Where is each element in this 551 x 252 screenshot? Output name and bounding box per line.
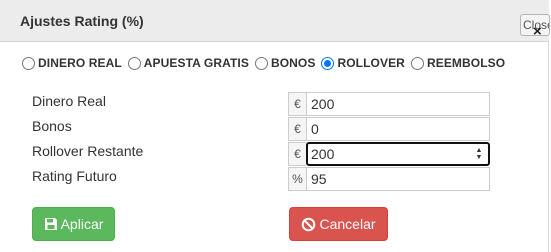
dialog-titlebar: Ajustes Rating (%) — [0, 0, 549, 42]
bonos-input[interactable]: 0 — [306, 117, 490, 141]
radio-label-reembolso: REEMBOLSO — [426, 56, 506, 70]
apply-button-label: Aplicar — [60, 216, 104, 232]
radio-label-rollover: ROLLOVER — [337, 56, 405, 70]
bet-type-radio-group: DINERO REAL APUESTA GRATIS BONOS ROLLOVE… — [22, 55, 511, 71]
radio-bonos[interactable] — [254, 56, 268, 70]
radio-option-bonos[interactable]: BONOS — [254, 56, 316, 70]
bonos-label: Bonos — [32, 118, 72, 134]
rollover-restante-label: Rollover Restante — [32, 143, 144, 159]
apply-button[interactable]: Aplicar — [32, 207, 115, 241]
radio-reembolso[interactable] — [410, 56, 424, 70]
radio-option-dinero-real[interactable]: DINERO REAL — [22, 56, 122, 70]
radio-rollover[interactable] — [321, 56, 335, 70]
radio-dinero-real[interactable] — [22, 56, 35, 70]
rating-futuro-input[interactable]: 95 — [306, 167, 490, 191]
dialog-title: Ajustes Rating (%) — [20, 13, 144, 29]
save-icon — [44, 218, 57, 230]
cancel-button[interactable]: Cancelar — [289, 207, 388, 241]
rollover-restante-value: 200 — [311, 146, 335, 162]
radio-option-apuesta-gratis[interactable]: APUESTA GRATIS — [127, 56, 249, 70]
radio-label-dinero-real: DINERO REAL — [38, 56, 122, 70]
ban-icon — [302, 217, 316, 231]
radio-apuesta-gratis[interactable] — [127, 56, 141, 70]
number-spinner-icon[interactable]: ▲ ▼ — [474, 147, 484, 163]
radio-label-bonos: BONOS — [270, 56, 316, 70]
radio-option-rollover[interactable]: ROLLOVER — [321, 56, 405, 70]
radio-option-reembolso[interactable]: REEMBOLSO — [410, 56, 506, 70]
rollover-restante-input[interactable]: 200 ▲ ▼ — [306, 142, 490, 166]
rating-settings-dialog: Ajustes Rating (%) Close × DINERO REAL A… — [0, 0, 550, 252]
euro-addon: € — [288, 117, 306, 141]
close-icon[interactable]: × — [533, 24, 542, 39]
radio-label-apuesta-gratis: APUESTA GRATIS — [143, 56, 249, 70]
cancel-button-label: Cancelar — [319, 216, 376, 232]
dinero-real-label: Dinero Real — [32, 93, 106, 109]
percent-addon: % — [288, 167, 306, 191]
euro-addon: € — [288, 92, 306, 116]
euro-addon: € — [288, 142, 306, 166]
dinero-real-input[interactable]: 200 — [306, 92, 490, 116]
rating-futuro-label: Rating Futuro — [32, 168, 117, 184]
